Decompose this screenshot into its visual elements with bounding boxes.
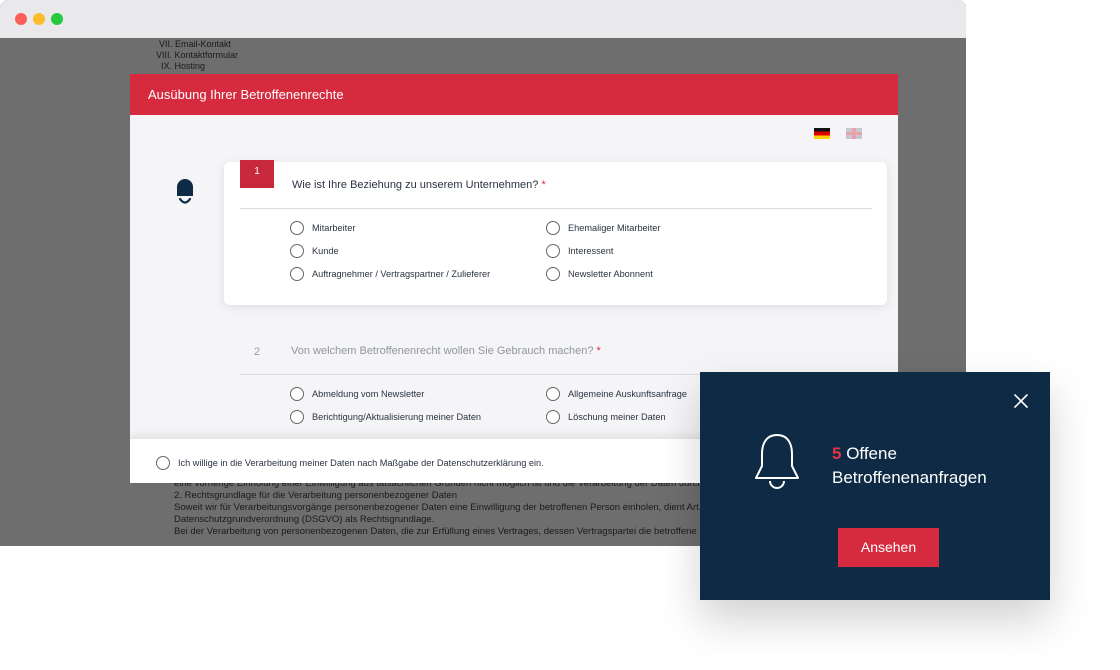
question-number-badge: 1	[240, 160, 274, 188]
radio-button[interactable]	[546, 410, 560, 424]
option-berichtigung[interactable]: Berichtigung/Aktualisierung meiner Daten	[290, 410, 481, 424]
question-text-2: Von welchem Betroffenenrecht wollen Sie …	[291, 345, 601, 357]
consent-radio[interactable]	[156, 456, 170, 470]
radio-button[interactable]	[290, 267, 304, 281]
table-of-contents: VII. Email-Kontakt VIII. Kontaktformular…	[150, 39, 238, 72]
message-line-1: Offene	[841, 444, 897, 463]
close-icon[interactable]	[1012, 392, 1030, 410]
notification-panel: 5 Offene Betroffenenanfragen Ansehen	[700, 372, 1050, 600]
radio-button[interactable]	[290, 221, 304, 235]
option-label: Auftragnehmer / Vertragspartner / Zulief…	[312, 269, 491, 279]
divider	[240, 208, 872, 209]
option-label: Abmeldung vom Newsletter	[312, 389, 425, 399]
option-loeschung[interactable]: Löschung meiner Daten	[546, 410, 666, 424]
question-card-1: 1 Wie ist Ihre Beziehung zu unserem Unte…	[224, 160, 887, 305]
radio-button[interactable]	[290, 244, 304, 258]
minimize-window-button[interactable]	[33, 13, 45, 25]
language-switcher	[814, 128, 862, 139]
option-auskunftsanfrage[interactable]: Allgemeine Auskunftsanfrage	[546, 387, 687, 401]
toc-item[interactable]: VIII. Kontaktformular	[150, 50, 238, 61]
option-label: Löschung meiner Daten	[568, 412, 666, 422]
maximize-window-button[interactable]	[51, 13, 63, 25]
option-label: Ehemaliger Mitarbeiter	[568, 223, 661, 233]
bell-icon	[755, 434, 799, 489]
option-label: Newsletter Abonnent	[568, 269, 653, 279]
radio-button[interactable]	[546, 244, 560, 258]
option-label: Berichtigung/Aktualisierung meiner Daten	[312, 412, 482, 422]
privacy-policy-text: eine vorherige Einholung einer Einwillig…	[174, 478, 714, 538]
option-label: Mitarbeiter	[312, 223, 356, 233]
option-newsletter-abonnent[interactable]: Newsletter Abonnent	[546, 267, 653, 281]
notification-message: 5 Offene Betroffenenanfragen	[832, 442, 987, 490]
toc-item[interactable]: VII. Email-Kontakt	[150, 39, 238, 50]
radio-button[interactable]	[290, 410, 304, 424]
question-number: 2	[254, 346, 261, 358]
required-mark: *	[596, 345, 601, 357]
assistant-mascot-icon	[177, 179, 193, 204]
radio-button[interactable]	[546, 387, 560, 401]
consent-checkbox[interactable]: Ich willige in die Verarbeitung meiner D…	[156, 456, 544, 470]
option-mitarbeiter[interactable]: Mitarbeiter	[290, 221, 355, 235]
option-ehemaliger-mitarbeiter[interactable]: Ehemaliger Mitarbeiter	[546, 221, 660, 235]
window-titlebar	[0, 0, 966, 38]
option-label: Allgemeine Auskunftsanfrage	[568, 389, 688, 399]
required-mark: *	[541, 179, 546, 191]
modal-title: Ausübung Ihrer Betroffenenrechte	[130, 74, 898, 115]
option-label: Interessent	[568, 246, 614, 256]
paragraph-line: Datenschutzgrundverordnung (DSGVO) als R…	[174, 514, 435, 525]
radio-button[interactable]	[546, 221, 560, 235]
radio-button[interactable]	[290, 387, 304, 401]
radio-button[interactable]	[546, 267, 560, 281]
option-auftragnehmer[interactable]: Auftragnehmer / Vertragspartner / Zulief…	[290, 267, 490, 281]
question-text: Wie ist Ihre Beziehung zu unserem Untern…	[292, 179, 546, 191]
uk-flag-icon[interactable]	[846, 128, 862, 139]
paragraph-line: Bei der Verarbeitung von personenbezogen…	[174, 526, 714, 537]
option-kunde[interactable]: Kunde	[290, 244, 339, 258]
paragraph-line: 2. Rechtsgrundlage für die Verarbeitung …	[174, 490, 458, 501]
consent-label: Ich willige in die Verarbeitung meiner D…	[178, 458, 544, 468]
option-abmeldung-newsletter[interactable]: Abmeldung vom Newsletter	[290, 387, 424, 401]
view-button[interactable]: Ansehen	[838, 528, 939, 567]
option-label: Kunde	[312, 246, 339, 256]
message-line-2: Betroffenenanfragen	[832, 468, 987, 487]
paragraph-line: Soweit wir für Verarbeitungsvorgänge per…	[174, 502, 714, 513]
de-flag-icon[interactable]	[814, 128, 830, 139]
toc-item[interactable]: IX. Hosting	[150, 61, 238, 72]
option-interessent[interactable]: Interessent	[546, 244, 613, 258]
close-window-button[interactable]	[15, 13, 27, 25]
